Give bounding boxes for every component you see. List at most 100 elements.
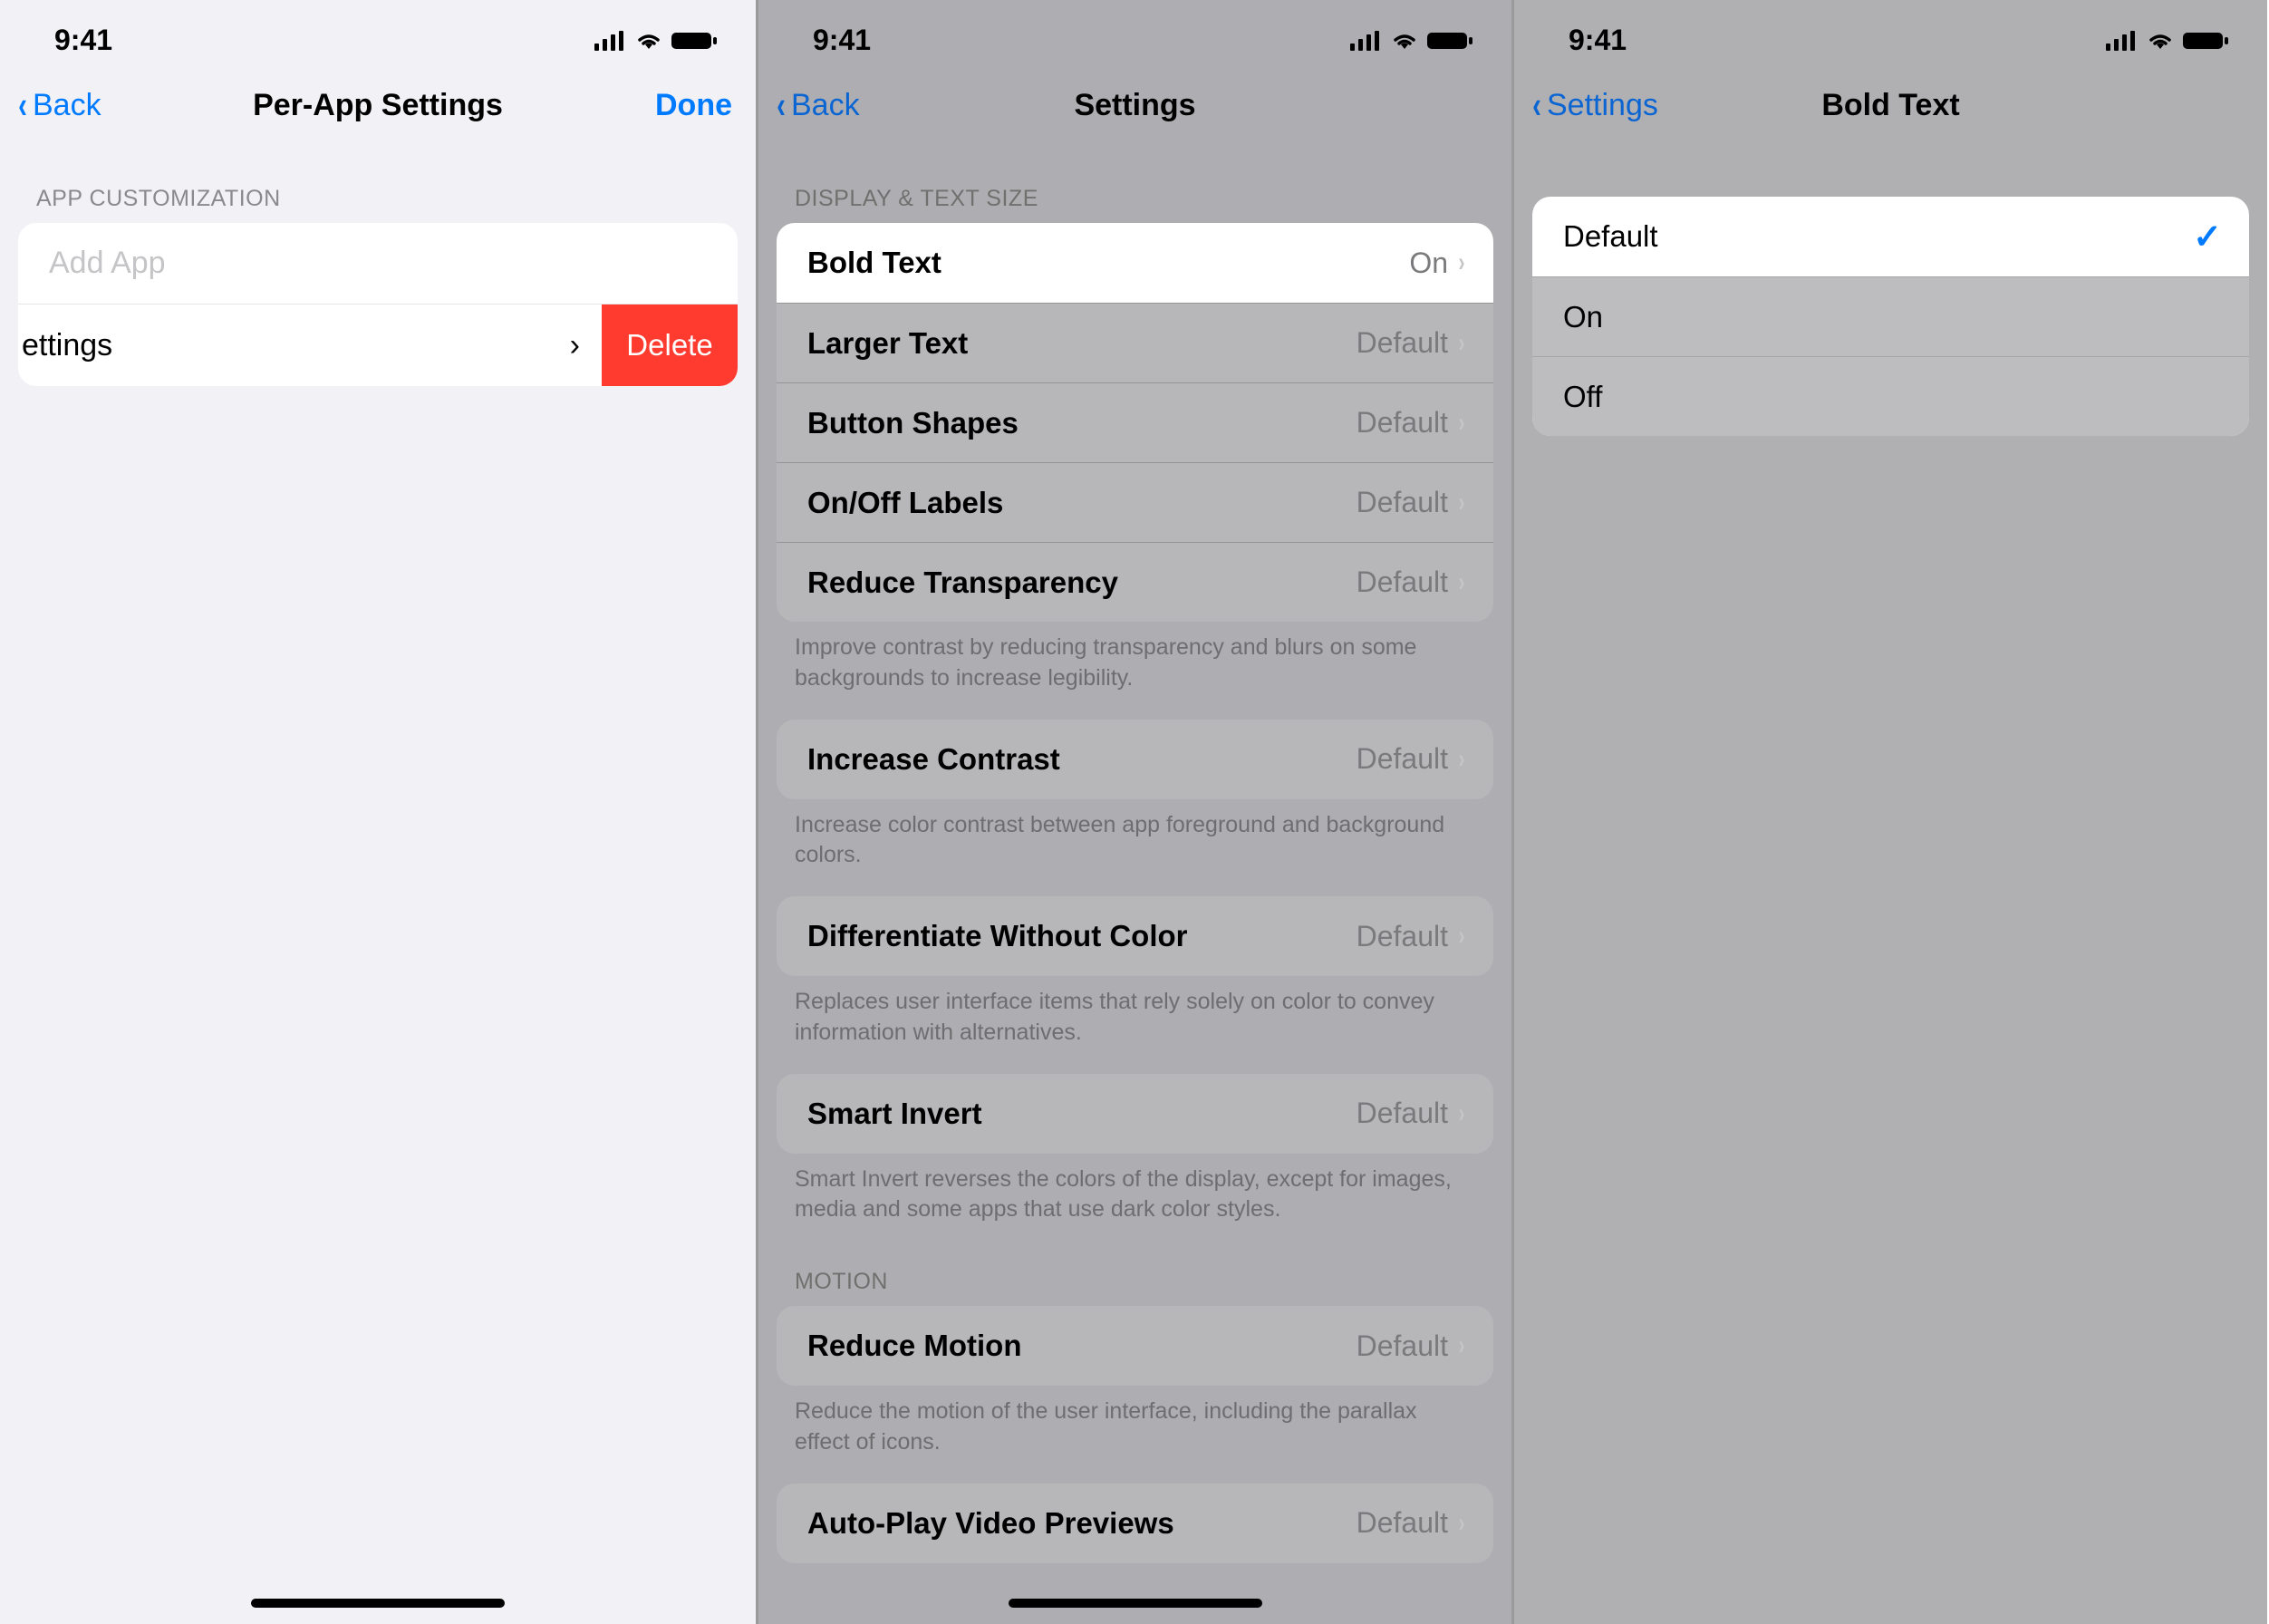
row-differentiate-without-color[interactable]: Differentiate Without Color Default › bbox=[777, 896, 1493, 976]
row-label: Differentiate Without Color bbox=[807, 919, 1188, 953]
group-bold-text-options: Default ✓ On Off bbox=[1532, 197, 2249, 436]
row-label: Larger Text bbox=[807, 326, 968, 361]
status-bar: 9:41 bbox=[1514, 0, 2267, 64]
option-default[interactable]: Default ✓ bbox=[1532, 197, 2249, 276]
signal-icon bbox=[2106, 31, 2139, 51]
row-smart-invert[interactable]: Smart Invert Default › bbox=[777, 1074, 1493, 1154]
done-button[interactable]: Done bbox=[655, 88, 732, 123]
option-off[interactable]: Off bbox=[1532, 356, 2249, 436]
group-autoplay: Auto-Play Video Previews Default › bbox=[777, 1484, 1493, 1563]
row-label: Button Shapes bbox=[807, 406, 1019, 440]
row-reduce-transparency[interactable]: Reduce Transparency Default› bbox=[777, 542, 1493, 622]
battery-icon bbox=[1426, 31, 1473, 51]
row-label: Auto-Play Video Previews bbox=[807, 1506, 1174, 1541]
app-list-group: Add App ettings › Delete bbox=[18, 223, 738, 386]
check-icon: ✓ bbox=[2193, 217, 2222, 257]
row-value: Default bbox=[1357, 1097, 1448, 1130]
back-button[interactable]: ‹ Back bbox=[16, 83, 101, 127]
row-autoplay-video-previews[interactable]: Auto-Play Video Previews Default › bbox=[777, 1484, 1493, 1563]
row-value: Default bbox=[1357, 406, 1448, 440]
row-value: On bbox=[1409, 246, 1448, 280]
group-display: Bold Text On› Larger Text Default› Butto… bbox=[777, 223, 1493, 622]
chevron-right-icon: › bbox=[1459, 408, 1465, 439]
status-bar: 9:41 bbox=[758, 0, 1511, 64]
chevron-left-icon: ‹ bbox=[18, 83, 27, 127]
note-invert: Smart Invert reverses the colors of the … bbox=[758, 1154, 1511, 1252]
back-label: Back bbox=[33, 88, 101, 123]
row-larger-text[interactable]: Larger Text Default › bbox=[777, 303, 1493, 382]
status-bar: 9:41 bbox=[0, 0, 756, 64]
home-indicator[interactable] bbox=[251, 1599, 505, 1608]
chevron-left-icon: ‹ bbox=[1532, 83, 1541, 127]
app-row-label: ettings bbox=[22, 328, 112, 363]
signal-icon bbox=[594, 31, 627, 51]
app-row-label-area[interactable]: ettings › bbox=[18, 304, 602, 386]
row-label: Reduce Transparency bbox=[807, 566, 1118, 600]
app-row-swiped[interactable]: ettings › Delete bbox=[18, 304, 738, 386]
wifi-icon bbox=[2146, 31, 2175, 51]
section-header-app-customization: APP CUSTOMIZATION bbox=[0, 146, 756, 223]
back-button[interactable]: ‹ Back bbox=[775, 83, 860, 127]
status-time: 9:41 bbox=[813, 24, 871, 57]
status-icons bbox=[2106, 31, 2229, 51]
row-increase-contrast[interactable]: Increase Contrast Default › bbox=[777, 720, 1493, 799]
group-smart-invert: Smart Invert Default › bbox=[777, 1074, 1493, 1154]
chevron-right-icon: › bbox=[1459, 1508, 1465, 1539]
battery-icon bbox=[671, 31, 718, 51]
home-indicator[interactable] bbox=[1009, 1599, 1262, 1608]
row-value: Default bbox=[1357, 1329, 1448, 1363]
screen-app-settings: 9:41 ‹ Back Settings DISPLAY & TEXT SIZE… bbox=[756, 0, 1511, 1624]
chevron-right-icon: › bbox=[1459, 921, 1465, 952]
add-app-row[interactable]: Add App bbox=[18, 223, 738, 304]
group-contrast: Increase Contrast Default › bbox=[777, 720, 1493, 799]
delete-button[interactable]: Delete bbox=[602, 304, 738, 386]
chevron-right-icon: › bbox=[1459, 744, 1465, 775]
row-value: Default bbox=[1357, 486, 1448, 519]
wifi-icon bbox=[1390, 31, 1419, 51]
status-icons bbox=[1350, 31, 1473, 51]
row-label: Bold Text bbox=[807, 246, 941, 280]
section-header-display: DISPLAY & TEXT SIZE bbox=[758, 146, 1511, 223]
row-reduce-motion[interactable]: Reduce Motion Default › bbox=[777, 1306, 1493, 1386]
note-contrast: Increase color contrast between app fore… bbox=[758, 799, 1511, 897]
chevron-right-icon: › bbox=[1459, 1330, 1465, 1361]
note-differentiate: Replaces user interface items that rely … bbox=[758, 976, 1511, 1074]
option-label: Default bbox=[1563, 219, 1658, 254]
row-value: Default bbox=[1357, 920, 1448, 953]
battery-icon bbox=[2182, 31, 2229, 51]
section-header-motion: MOTION bbox=[758, 1251, 1511, 1306]
row-onoff-labels[interactable]: On/Off Labels Default› bbox=[777, 462, 1493, 542]
row-value: Default bbox=[1357, 742, 1448, 776]
status-time: 9:41 bbox=[54, 24, 112, 57]
group-reduce-motion: Reduce Motion Default › bbox=[777, 1306, 1493, 1386]
status-icons bbox=[594, 31, 718, 51]
back-label: Back bbox=[791, 88, 860, 123]
option-label: Off bbox=[1563, 380, 1602, 414]
navbar: ‹ Back Settings bbox=[758, 64, 1511, 146]
nav-title: Settings bbox=[1074, 88, 1195, 123]
nav-title: Bold Text bbox=[1821, 88, 1959, 123]
status-time: 9:41 bbox=[1569, 24, 1627, 57]
back-label: Settings bbox=[1547, 88, 1658, 123]
row-bold-text[interactable]: Bold Text On› bbox=[777, 223, 1493, 303]
chevron-right-icon: › bbox=[1459, 488, 1465, 518]
row-label: Smart Invert bbox=[807, 1097, 982, 1131]
signal-icon bbox=[1350, 31, 1383, 51]
row-label: Reduce Motion bbox=[807, 1329, 1022, 1363]
note-display: Improve contrast by reducing transparenc… bbox=[758, 622, 1511, 720]
row-label: Increase Contrast bbox=[807, 742, 1060, 777]
note-motion: Reduce the motion of the user interface,… bbox=[758, 1386, 1511, 1484]
wifi-icon bbox=[634, 31, 663, 51]
option-on[interactable]: On bbox=[1532, 276, 2249, 356]
chevron-right-icon: › bbox=[1459, 328, 1465, 359]
screen-bold-text-options: 9:41 ‹ Settings Bold Text Default ✓ On O… bbox=[1511, 0, 2267, 1624]
chevron-right-icon: › bbox=[1459, 1098, 1465, 1129]
row-button-shapes[interactable]: Button Shapes Default › bbox=[777, 382, 1493, 462]
chevron-right-icon: › bbox=[1459, 567, 1465, 598]
row-value: Default bbox=[1357, 326, 1448, 360]
navbar: ‹ Settings Bold Text bbox=[1514, 64, 2267, 146]
screen-per-app-settings: 9:41 ‹ Back Per-App Settings Done APP CU… bbox=[0, 0, 756, 1624]
back-button[interactable]: ‹ Settings bbox=[1530, 83, 1658, 127]
nav-title: Per-App Settings bbox=[253, 88, 503, 123]
row-value: Default bbox=[1357, 1506, 1448, 1540]
